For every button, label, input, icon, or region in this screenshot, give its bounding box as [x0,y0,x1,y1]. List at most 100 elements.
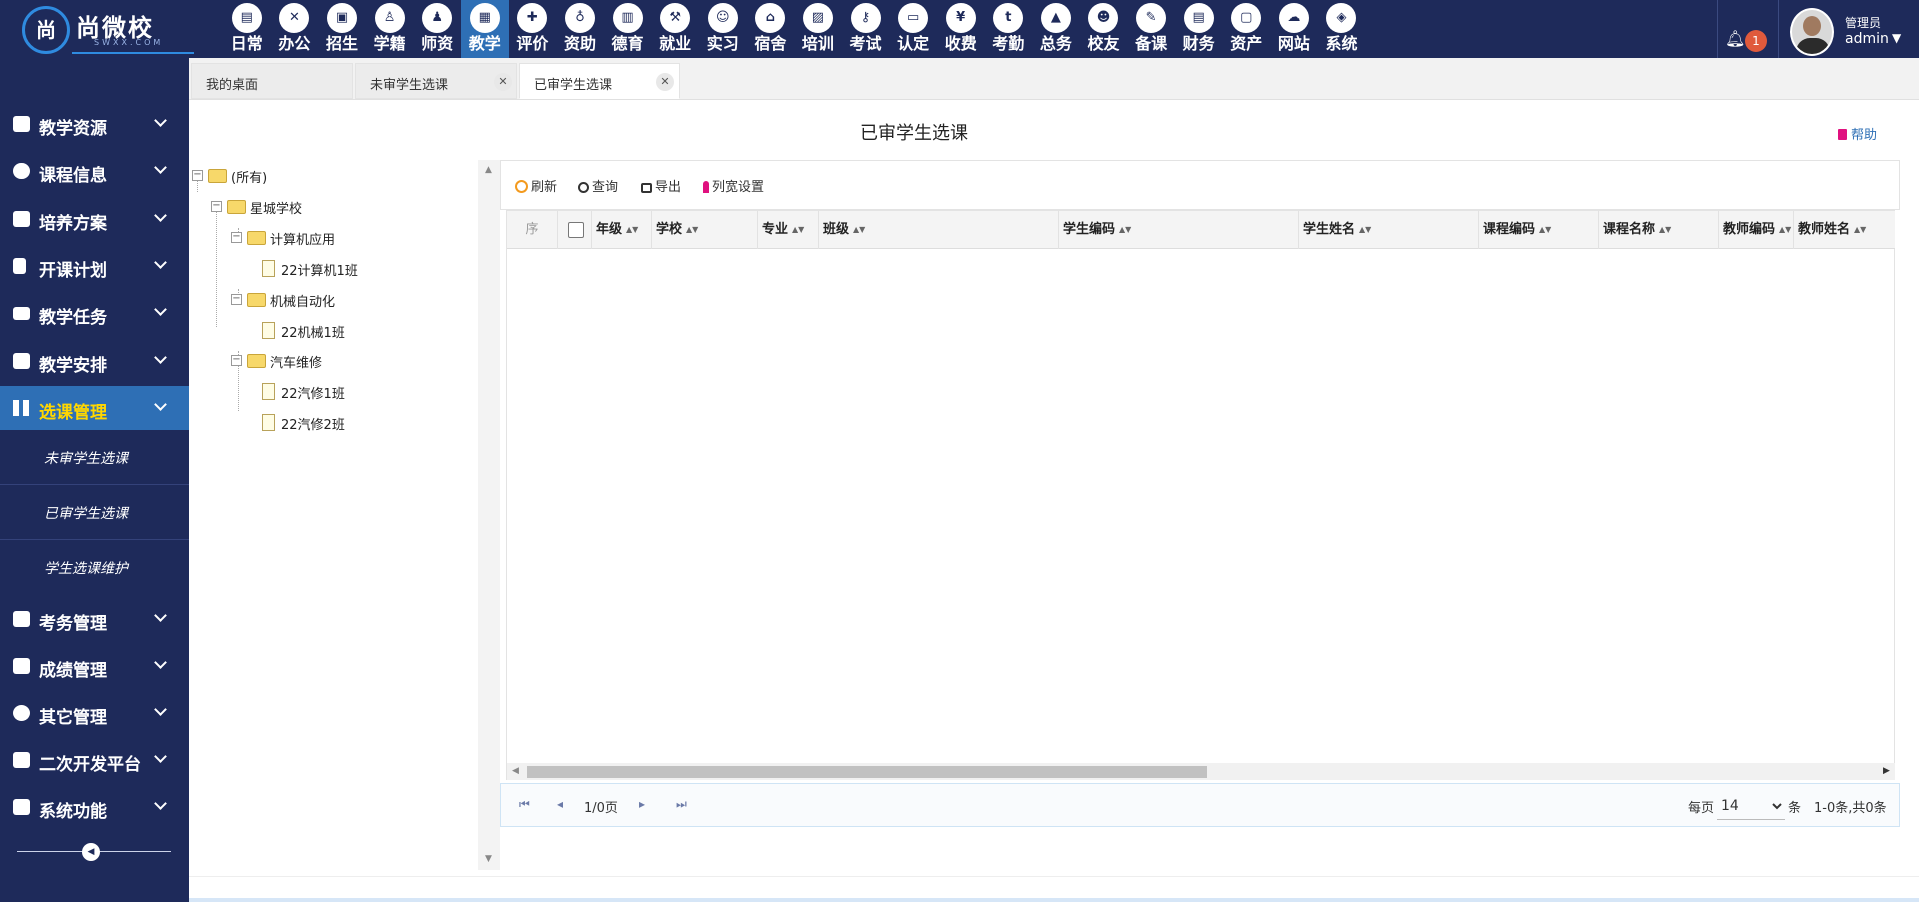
sidebar-subitem-unreviewed[interactable]: 未审学生选课 [0,430,189,485]
sort-icon[interactable]: ▲▼ [792,211,804,249]
sidebar-item-dev-platform[interactable]: 二次开发平台 [0,738,189,784]
module-financial-aid[interactable]: ♁ 资助 [556,0,604,58]
scroll-down-icon[interactable]: ▼ [485,854,492,864]
module-general-affairs[interactable]: ▲ 总务 [1032,0,1080,58]
sidebar-item-system-functions[interactable]: 系统功能 [0,785,189,831]
sort-icon[interactable]: ▲▼ [1539,211,1551,249]
play-icon [13,752,30,768]
column-header-school[interactable]: 学校 ▲▼ [652,211,758,249]
collapse-icon[interactable]: − [211,201,222,212]
module-student-status[interactable]: ♙ 学籍 [366,0,414,58]
tab-reviewed-selection[interactable]: 已审学生选课 ✕ [519,63,680,99]
sidebar-subitem-maintenance[interactable]: 学生选课维护 [0,540,189,595]
module-system[interactable]: ◈ 系统 [1318,0,1366,58]
module-office[interactable]: ✕ 办公 [271,0,319,58]
collapse-icon[interactable]: − [231,232,242,243]
sidebar-item-exam-affairs[interactable]: 考务管理 [0,597,189,643]
module-exam[interactable]: ⚷ 考试 [842,0,890,58]
module-enrollment[interactable]: ▣ 招生 [318,0,366,58]
module-dormitory[interactable]: ⌂ 宿舍 [747,0,795,58]
sort-icon[interactable]: ▲▼ [853,211,865,249]
module-moral-education[interactable]: ▥ 德育 [604,0,652,58]
column-settings-button[interactable]: 列宽设置 [703,176,764,195]
notification-badge[interactable]: 1 [1745,30,1767,52]
column-header-course-code[interactable]: 课程编码 ▲▼ [1479,211,1599,249]
module-fees[interactable]: ¥ 收费 [937,0,985,58]
export-button[interactable]: 导出 [641,176,681,195]
collapse-icon[interactable]: − [231,355,242,366]
checkbox[interactable] [568,222,584,238]
close-icon[interactable]: ✕ [494,73,512,91]
module-employment[interactable]: ⚒ 就业 [651,0,699,58]
sidebar-item-training-plan[interactable]: 培养方案 [0,197,189,243]
tab-my-desktop[interactable]: 我的桌面 [191,63,353,99]
sidebar-item-teaching-resources[interactable]: 教学资源 [0,102,189,148]
module-evaluation[interactable]: ✚ 评价 [509,0,557,58]
sort-icon[interactable]: ▲▼ [1854,211,1866,249]
user-name[interactable]: admin [1845,31,1889,47]
collapse-icon[interactable]: − [231,294,242,305]
avatar-body [1796,38,1830,54]
sidebar-item-teaching-tasks[interactable]: 教学任务 [0,291,189,337]
scrollbar-thumb[interactable] [527,766,1207,778]
sort-icon[interactable]: ▲▼ [686,211,698,249]
caret-down-icon[interactable]: ▼ [1892,31,1901,45]
collapse-icon[interactable]: − [192,170,203,181]
scroll-up-icon[interactable]: ▲ [485,165,492,175]
module-attendance[interactable]: t 考勤 [985,0,1033,58]
sidebar-item-course-selection[interactable]: 选课管理 [0,386,189,430]
sidebar-item-grades[interactable]: 成绩管理 [0,644,189,690]
scroll-left-icon[interactable]: ◀ [512,766,519,776]
query-button[interactable]: 查询 [578,176,618,195]
sort-icon[interactable]: ▲▼ [1779,211,1791,249]
module-internship[interactable]: ☺ 实习 [699,0,747,58]
avatar[interactable] [1790,8,1834,56]
grid-horizontal-scrollbar[interactable]: ◀ ▶ [507,763,1895,780]
help-link[interactable]: 帮助 [1838,124,1877,143]
sidebar-item-teaching-schedule[interactable]: 教学安排 [0,339,189,385]
column-header-class[interactable]: 班级 ▲▼ [819,211,1059,249]
sidebar-item-course-info[interactable]: 课程信息 [0,149,189,195]
module-finance[interactable]: ▤ 财务 [1175,0,1223,58]
sidebar-item-course-plan[interactable]: 开课计划 [0,244,189,290]
module-assets[interactable]: ▢ 资产 [1222,0,1270,58]
app-logo[interactable]: 尚 尚微校 SWXX.COM [22,4,283,93]
user-role[interactable]: 管理员 [1845,14,1881,31]
last-page-icon[interactable]: ⏭︎ [676,797,687,812]
collapse-sidebar-icon[interactable]: ◀ [82,843,100,861]
tree-scrollbar[interactable]: ▲ ▼ [478,160,500,870]
module-website[interactable]: ☁ 网站 [1270,0,1318,58]
column-header-teacher-code[interactable]: 教师编码 ▲▼ [1719,211,1794,249]
scroll-right-icon[interactable]: ▶ [1883,766,1890,776]
module-faculty[interactable]: ♟ 师资 [413,0,461,58]
module-alumni[interactable]: ☻ 校友 [1080,0,1128,58]
column-header-student-code[interactable]: 学生编码 ▲▼ [1059,211,1299,249]
next-page-icon[interactable]: ▸ [639,797,645,811]
sort-icon[interactable]: ▲▼ [1359,211,1371,249]
column-header-grade[interactable]: 年级 ▲▼ [592,211,652,249]
module-certification[interactable]: ▭ 认定 [889,0,937,58]
module-daily[interactable]: ▤ 日常 [223,0,271,58]
tab-unreviewed-selection[interactable]: 未审学生选课 ✕ [355,63,517,99]
module-lesson-prep[interactable]: ✎ 备课 [1127,0,1175,58]
close-icon[interactable]: ✕ [656,73,674,91]
first-page-icon[interactable]: ⏮︎ [519,797,530,812]
sidebar-subitem-reviewed[interactable]: 已审学生选课 [0,485,189,540]
column-header-student-name[interactable]: 学生姓名 ▲▼ [1299,211,1479,249]
chevron-down-icon [154,209,167,222]
module-teaching[interactable]: ▦ 教学 [460,0,509,58]
select-all-checkbox[interactable] [558,211,592,249]
bell-icon[interactable]: 🔔︎ [1725,29,1745,48]
column-header-teacher-name[interactable]: 教师姓名 ▲▼ [1794,211,1895,249]
sort-icon[interactable]: ▲▼ [626,211,638,249]
column-header-major[interactable]: 专业 ▲▼ [758,211,819,249]
sidebar-item-other[interactable]: 其它管理 [0,691,189,737]
refresh-button[interactable]: 刷新 [515,176,557,195]
prev-page-icon[interactable]: ◂ [557,797,563,811]
page-size-select[interactable]: 14 [1717,792,1785,820]
module-training[interactable]: ▨ 培训 [794,0,842,58]
column-header-course-name[interactable]: 课程名称 ▲▼ [1599,211,1719,249]
sort-icon[interactable]: ▲▼ [1659,211,1671,249]
sort-icon[interactable]: ▲▼ [1119,211,1131,249]
envelope-icon [13,211,30,227]
